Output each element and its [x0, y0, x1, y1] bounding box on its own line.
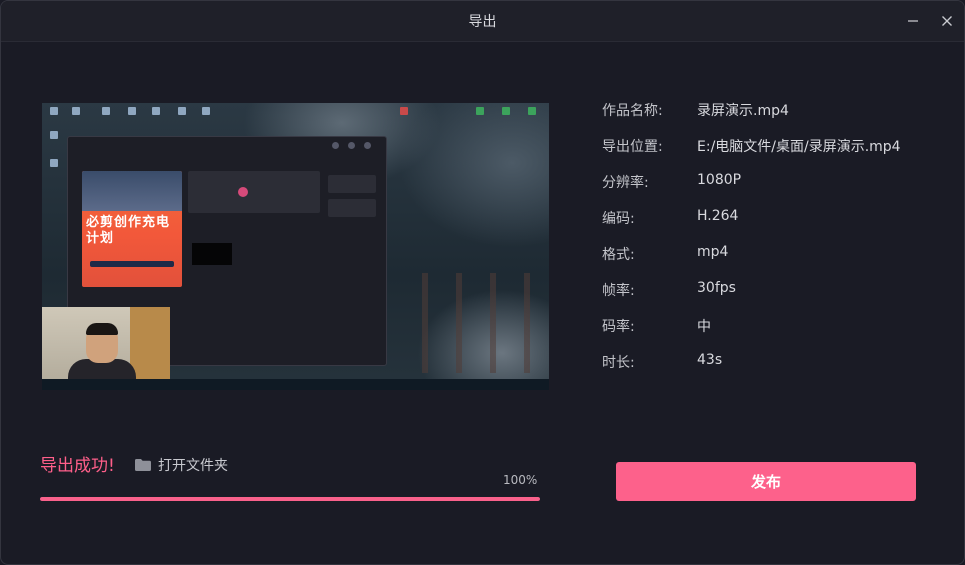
desktop-icon — [528, 107, 536, 115]
info-value: 中 — [697, 319, 711, 335]
info-label: 帧率: — [602, 283, 635, 299]
export-success-message: 导出成功! — [40, 456, 115, 476]
info-label: 分辨率: — [602, 175, 649, 191]
wallpaper-fence — [422, 273, 549, 373]
app-control-icon — [332, 142, 339, 149]
desktop-icon — [50, 107, 58, 115]
desktop-icon — [152, 107, 160, 115]
progress-bar — [40, 497, 540, 501]
minimize-icon — [908, 20, 918, 22]
info-label: 编码: — [602, 211, 635, 227]
info-value: E:/电脑文件/桌面/录屏演示.mp4 — [697, 139, 901, 155]
banner-subtitle — [90, 261, 174, 267]
webcam-overlay — [42, 307, 170, 379]
info-label: 时长: — [602, 355, 635, 371]
banner-image — [82, 171, 182, 211]
desktop-taskbar — [42, 379, 549, 390]
video-preview[interactable]: 必剪创作充电计划 — [42, 103, 549, 390]
promo-banner: 必剪创作充电计划 — [82, 171, 182, 287]
folder-icon — [135, 459, 151, 471]
record-panel — [188, 171, 320, 213]
info-value: 43s — [697, 352, 723, 368]
desktop-icon — [72, 107, 80, 115]
app-side-button — [328, 175, 376, 193]
progress-percent: 100% — [503, 473, 538, 487]
app-side-button — [328, 199, 376, 217]
recording-thumbnail — [192, 243, 232, 265]
title-bar: 导出 — [1, 1, 964, 42]
open-folder-link[interactable]: 打开文件夹 — [134, 456, 228, 474]
desktop-icon — [128, 107, 136, 115]
desktop-icon — [178, 107, 186, 115]
desktop-icon — [202, 107, 210, 115]
info-value: 1080P — [697, 172, 742, 188]
info-label: 导出位置: — [602, 139, 663, 155]
info-value: H.264 — [697, 208, 739, 224]
info-value: mp4 — [697, 244, 729, 260]
export-dialog: 导出 必剪创作充电计划 作品名称: 录屏演示.mp4 导出位置: E:/电脑文件… — [0, 0, 965, 565]
publish-button[interactable]: 发布 — [616, 462, 916, 501]
info-value: 录屏演示.mp4 — [697, 103, 789, 119]
webcam-person-hair — [86, 323, 118, 335]
desktop-icon — [400, 107, 408, 115]
close-icon — [942, 16, 952, 26]
desktop-icon — [502, 107, 510, 115]
info-value: 30fps — [697, 280, 736, 296]
desktop-icon — [102, 107, 110, 115]
app-control-icon — [364, 142, 371, 149]
record-icon — [238, 187, 248, 197]
open-folder-label: 打开文件夹 — [158, 458, 228, 474]
webcam-background — [130, 307, 170, 379]
info-label: 码率: — [602, 319, 635, 335]
desktop-icon — [50, 159, 58, 167]
close-button[interactable] — [937, 11, 957, 31]
app-control-icon — [348, 142, 355, 149]
desktop-icon — [50, 131, 58, 139]
banner-text: 必剪创作充电计划 — [86, 215, 171, 246]
minimize-button[interactable] — [903, 11, 923, 31]
info-label: 作品名称: — [602, 103, 663, 119]
desktop-icon — [476, 107, 484, 115]
dialog-title: 导出 — [468, 14, 497, 30]
info-label: 格式: — [602, 247, 635, 263]
progress-bar-fill — [40, 497, 540, 501]
